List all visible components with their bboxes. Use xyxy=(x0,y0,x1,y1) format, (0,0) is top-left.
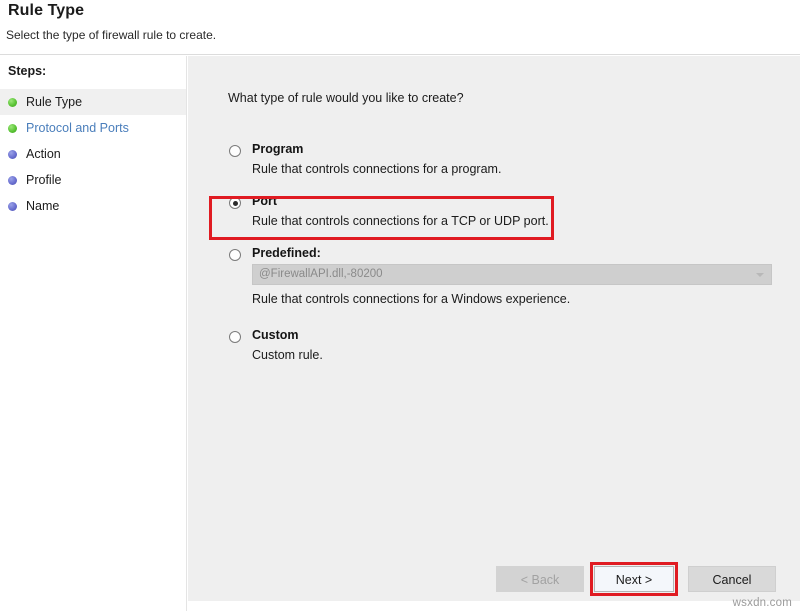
blue-bullet-icon xyxy=(8,176,17,185)
next-button[interactable]: Next > xyxy=(594,566,674,592)
sidebar-item-profile[interactable]: Profile xyxy=(0,167,186,193)
predefined-dropdown-value: @FirewallAPI.dll,-80200 xyxy=(259,268,383,280)
steps-heading: Steps: xyxy=(8,64,46,78)
page-title: Rule Type xyxy=(8,2,84,20)
content-panel: What type of rule would you like to crea… xyxy=(188,56,800,601)
watermark: wsxdn.com xyxy=(733,597,792,609)
sidebar-item-label: Action xyxy=(26,141,61,167)
blue-bullet-icon xyxy=(8,150,17,159)
sidebar-item-rule-type[interactable]: Rule Type xyxy=(0,89,186,115)
option-custom-label: Custom xyxy=(252,328,299,342)
chevron-down-icon xyxy=(756,273,764,277)
option-program-label: Program xyxy=(252,142,303,156)
radio-program[interactable] xyxy=(229,145,241,157)
option-port-label: Port xyxy=(252,194,277,208)
radio-predefined[interactable] xyxy=(229,249,241,261)
steps-list: Rule Type Protocol and Ports Action Prof… xyxy=(0,89,186,219)
sidebar-item-label[interactable]: Protocol and Ports xyxy=(26,115,129,141)
cancel-button[interactable]: Cancel xyxy=(688,566,776,592)
sidebar-item-label: Profile xyxy=(26,167,61,193)
option-predefined-label: Predefined: xyxy=(252,246,321,260)
green-bullet-icon xyxy=(8,98,17,107)
option-port-description: Rule that controls connections for a TCP… xyxy=(252,214,549,228)
radio-port[interactable] xyxy=(229,197,241,209)
option-program[interactable]: Program Rule that controls connections f… xyxy=(210,142,780,188)
option-predefined[interactable]: Predefined: @FirewallAPI.dll,-80200 Rule… xyxy=(210,246,780,322)
sidebar-item-label: Name xyxy=(26,193,59,219)
predefined-dropdown[interactable]: @FirewallAPI.dll,-80200 xyxy=(252,264,772,285)
sidebar-item-action[interactable]: Action xyxy=(0,141,186,167)
page-subtitle: Select the type of firewall rule to crea… xyxy=(6,28,216,42)
option-program-description: Rule that controls connections for a pro… xyxy=(252,162,501,176)
question-text: What type of rule would you like to crea… xyxy=(228,91,464,105)
option-predefined-description: Rule that controls connections for a Win… xyxy=(252,292,570,306)
green-bullet-icon xyxy=(8,124,17,133)
wizard-header: Rule Type Select the type of firewall ru… xyxy=(0,0,800,55)
sidebar-item-label: Rule Type xyxy=(26,89,82,115)
option-custom-description: Custom rule. xyxy=(252,348,323,362)
back-button[interactable]: < Back xyxy=(496,566,584,592)
option-custom[interactable]: Custom Custom rule. xyxy=(210,328,780,372)
option-port[interactable]: Port Rule that controls connections for … xyxy=(210,194,780,240)
sidebar-item-name[interactable]: Name xyxy=(0,193,186,219)
radio-custom[interactable] xyxy=(229,331,241,343)
blue-bullet-icon xyxy=(8,202,17,211)
rule-type-radio-group: Program Rule that controls connections f… xyxy=(210,142,780,378)
steps-sidebar: Steps: Rule Type Protocol and Ports Acti… xyxy=(0,56,187,611)
sidebar-item-protocol-and-ports[interactable]: Protocol and Ports xyxy=(0,115,186,141)
